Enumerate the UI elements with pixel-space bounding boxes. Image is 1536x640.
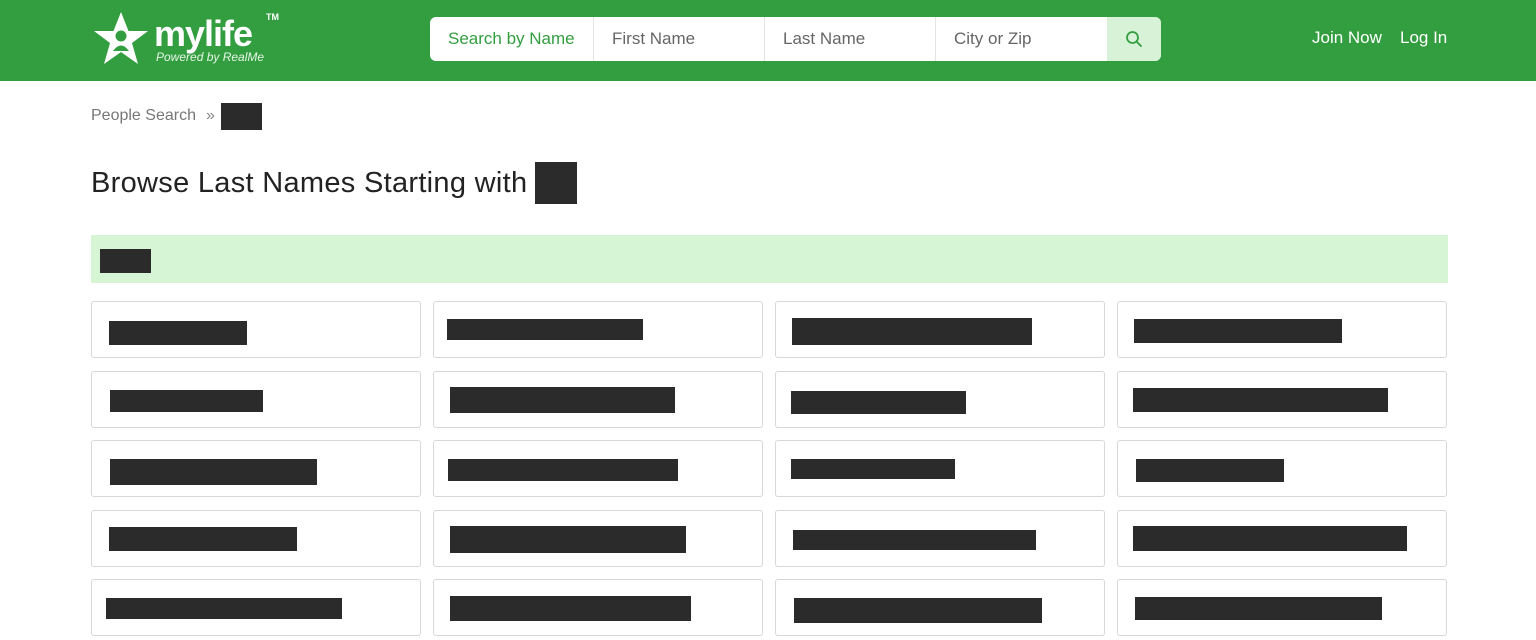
logo-trademark: TM — [266, 12, 279, 22]
last-name-tile[interactable] — [1117, 371, 1447, 428]
top-navigation-bar: mylife TM Powered by RealMe Search by Na… — [0, 0, 1536, 81]
last-name-tile[interactable] — [1117, 440, 1447, 497]
last-name-tile[interactable] — [91, 301, 421, 358]
redacted-name — [791, 391, 966, 414]
mylife-logo[interactable]: mylife TM Powered by RealMe — [90, 10, 290, 70]
redacted-name — [1133, 388, 1388, 412]
last-name-tile[interactable] — [1117, 301, 1447, 358]
last-name-tile[interactable] — [91, 371, 421, 428]
last-name-tile[interactable] — [433, 301, 763, 358]
redacted-name — [110, 459, 317, 485]
search-mode-selector[interactable]: Search by Name — [430, 17, 594, 61]
last-name-tile[interactable] — [775, 301, 1105, 358]
city-zip-input[interactable]: City or Zip — [936, 17, 1107, 61]
redacted-name — [794, 598, 1042, 623]
page-title-letter-redacted — [535, 162, 578, 204]
page-title: Browse Last Names Starting with — [91, 162, 578, 204]
redacted-name — [450, 526, 686, 553]
breadcrumb: People Search » — [91, 102, 262, 130]
redacted-name — [791, 459, 955, 479]
search-icon — [1126, 31, 1142, 47]
section-header-redacted — [100, 249, 151, 273]
last-name-tile[interactable] — [775, 371, 1105, 428]
last-name-input[interactable]: Last Name — [765, 17, 936, 61]
page-title-text: Browse Last Names Starting with — [91, 166, 528, 199]
join-now-link[interactable]: Join Now — [1312, 28, 1382, 48]
logo-tagline: Powered by RealMe — [156, 50, 265, 64]
redacted-name — [109, 527, 297, 551]
redacted-name — [110, 390, 263, 412]
redacted-name — [1136, 459, 1284, 482]
last-name-tile[interactable] — [91, 440, 421, 497]
redacted-name — [447, 319, 643, 340]
breadcrumb-current-redacted — [220, 102, 262, 130]
last-name-tile[interactable] — [775, 440, 1105, 497]
last-name-tile[interactable] — [1117, 510, 1447, 567]
first-name-input[interactable]: First Name — [594, 17, 765, 61]
redacted-name — [106, 598, 342, 619]
last-name-tile[interactable] — [433, 440, 763, 497]
last-name-tile[interactable] — [775, 510, 1105, 567]
last-name-tile[interactable] — [433, 579, 763, 636]
redacted-name — [448, 459, 678, 481]
section-header-band — [91, 235, 1448, 283]
redacted-name — [450, 387, 675, 413]
logo-wordmark: mylife — [154, 13, 253, 54]
log-in-link[interactable]: Log In — [1400, 28, 1447, 48]
redacted-name — [450, 596, 691, 621]
breadcrumb-people-search-link[interactable]: People Search — [91, 107, 196, 125]
last-name-tile[interactable] — [775, 579, 1105, 636]
redacted-name — [1135, 597, 1382, 620]
search-button[interactable] — [1107, 17, 1161, 61]
redacted-name — [1134, 319, 1342, 343]
redacted-name — [792, 318, 1032, 345]
last-name-tile[interactable] — [91, 510, 421, 567]
last-name-tile[interactable] — [1117, 579, 1447, 636]
redacted-name — [793, 530, 1036, 550]
redacted-name — [1133, 526, 1407, 551]
name-search-bar: Search by Name First Name Last Name City… — [430, 17, 1161, 61]
breadcrumb-separator: » — [205, 107, 215, 124]
redacted-name — [109, 321, 247, 345]
last-name-tile[interactable] — [433, 510, 763, 567]
last-name-tile[interactable] — [433, 371, 763, 428]
star-person-icon — [94, 12, 148, 64]
last-name-tile[interactable] — [91, 579, 421, 636]
